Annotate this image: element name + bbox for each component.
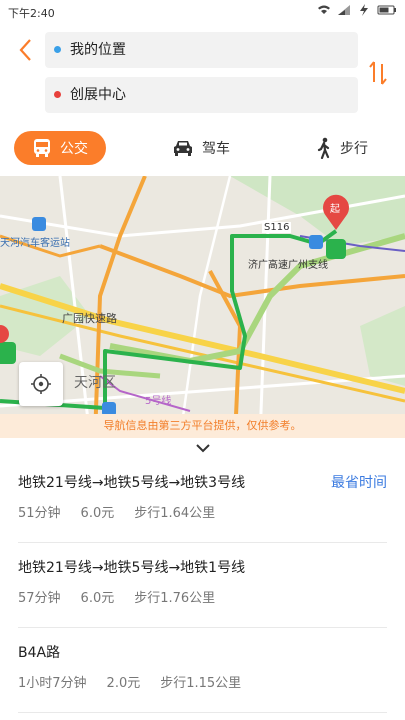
locate-icon: [31, 374, 51, 394]
tab-car[interactable]: 驾车: [172, 131, 230, 165]
bus-icon: [34, 139, 50, 157]
map-label-line5: 5号线: [145, 396, 172, 407]
chevron-down-icon[interactable]: [193, 442, 213, 456]
battery-icon: [377, 5, 396, 15]
destination-text: 创展中心: [70, 87, 126, 103]
route-duration: 1小时7分钟: [18, 676, 87, 691]
route-title: B4A路: [18, 645, 61, 661]
origin-text: 我的位置: [70, 42, 126, 58]
route-option[interactable]: 地铁21号线→地铁5号线→地铁1号线 57分钟 6.0元 步行1.76公里: [18, 543, 387, 628]
destination-dot-icon: [54, 91, 61, 98]
map-view[interactable]: 天河汽车客运站 S116 广园快速路 天河区 5号线 济广高速广州支线 起 导航…: [0, 176, 405, 438]
tab-walk-label: 步行: [340, 141, 368, 157]
route-input-panel: 我的位置 创展中心: [0, 24, 405, 120]
map-label-district: 天河区: [74, 375, 116, 391]
route-meta: 57分钟 6.0元 步行1.76公里: [18, 587, 215, 606]
start-marker-label: 起: [330, 204, 340, 215]
origin-dot-icon: [54, 46, 61, 53]
tab-bus[interactable]: 公交: [14, 131, 106, 165]
route-option[interactable]: B4A路 1小时7分钟 2.0元 步行1.15公里: [18, 628, 387, 713]
locate-button[interactable]: [19, 362, 63, 406]
status-time: 下午2:40: [8, 7, 55, 20]
route-price: 6.0元: [80, 591, 115, 606]
route-meta: 51分钟 6.0元 步行1.64公里: [18, 502, 215, 521]
charging-icon: [360, 4, 368, 16]
map-label-expressway: 广园快速路: [62, 312, 117, 325]
map-label-road-code: S116: [262, 222, 292, 233]
route-title: 地铁21号线→地铁5号线→地铁1号线: [18, 560, 246, 576]
origin-field[interactable]: 我的位置: [45, 32, 358, 68]
walk-icon: [317, 137, 330, 159]
route-title: 地铁21号线→地铁5号线→地铁3号线: [18, 475, 246, 491]
map-label-station: 天河汽车客运站: [0, 238, 70, 249]
status-icons: [317, 4, 397, 16]
route-walk: 步行1.76公里: [134, 591, 216, 606]
route-option[interactable]: 地铁21号线→地铁5号线→地铁3号线 最省时间 51分钟 6.0元 步行1.64…: [18, 458, 387, 543]
wifi-icon: [318, 5, 330, 14]
route-price: 6.0元: [80, 506, 115, 521]
destination-field[interactable]: 创展中心: [45, 77, 358, 113]
route-walk: 步行1.15公里: [160, 676, 242, 691]
signal-icon: [338, 5, 350, 15]
tab-bus-label: 公交: [60, 141, 88, 157]
route-meta: 1小时7分钟 2.0元 步行1.15公里: [18, 672, 241, 691]
route-tag: 最省时间: [331, 475, 387, 491]
swap-icon[interactable]: [367, 60, 389, 86]
map-label-branch: 济广高速广州支线: [248, 260, 328, 271]
map-disclaimer: 导航信息由第三方平台提供，仅供参考。: [0, 414, 405, 438]
route-duration: 57分钟: [18, 591, 61, 606]
route-duration: 51分钟: [18, 506, 61, 521]
tab-walk[interactable]: 步行: [316, 131, 368, 165]
travel-mode-tabs: 公交 驾车 步行: [0, 128, 405, 170]
tab-car-label: 驾车: [202, 141, 230, 157]
route-price: 2.0元: [106, 676, 141, 691]
route-walk: 步行1.64公里: [134, 506, 216, 521]
status-bar: 下午2:40: [0, 0, 405, 24]
route-list: 地铁21号线→地铁5号线→地铁3号线 最省时间 51分钟 6.0元 步行1.64…: [0, 458, 405, 713]
back-icon[interactable]: [14, 36, 38, 64]
car-icon: [174, 141, 192, 156]
